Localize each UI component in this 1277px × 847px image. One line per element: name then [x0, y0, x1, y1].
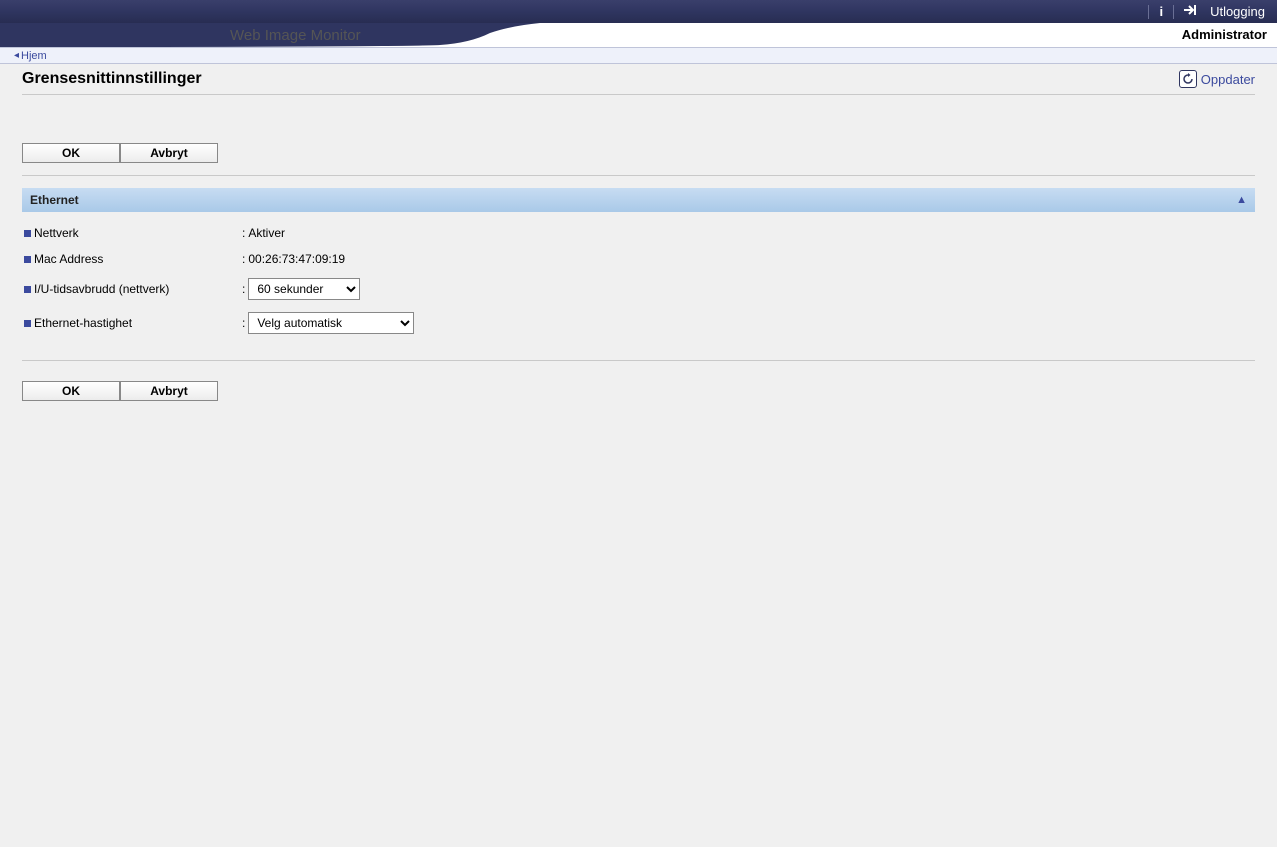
label-text: I/U-tidsavbrudd (nettverk)	[34, 282, 169, 296]
page-content: Grensesnittinnstillinger Oppdater OK Avb…	[0, 64, 1277, 453]
user-role-label: Administrator	[1182, 27, 1267, 42]
app-title: Web Image Monitor	[230, 27, 361, 44]
row-speed: Ethernet-hastighet : Velg automatisk	[22, 306, 1255, 340]
breadcrumb-home-link[interactable]: Hjem	[21, 50, 47, 62]
label-timeout: I/U-tidsavbrudd (nettverk)	[22, 282, 242, 296]
bullet-icon	[24, 230, 31, 237]
value-text: Aktiver	[248, 226, 285, 240]
info-icon[interactable]: i	[1159, 4, 1163, 19]
timeout-select[interactable]: 60 sekunder	[248, 278, 360, 300]
value-network: : Aktiver	[242, 226, 285, 240]
label-text: Mac Address	[34, 252, 103, 266]
topbar-divider	[1173, 5, 1174, 19]
refresh-icon	[1179, 70, 1197, 88]
speed-select[interactable]: Velg automatisk	[248, 312, 414, 334]
ok-button[interactable]: OK	[22, 381, 120, 401]
colon: :	[242, 282, 245, 296]
colon: :	[242, 226, 245, 240]
button-row-top: OK Avbryt	[22, 143, 1255, 163]
breadcrumb: ◂ Hjem	[0, 47, 1277, 64]
value-mac: : 00:26:73:47:09:19	[242, 252, 345, 266]
row-network: Nettverk : Aktiver	[22, 220, 1255, 246]
page-title: Grensesnittinnstillinger	[22, 70, 202, 88]
logout-link[interactable]: Utlogging	[1210, 4, 1265, 19]
divider	[22, 360, 1255, 361]
topbar-divider	[1148, 5, 1149, 19]
top-bar: i Utlogging	[0, 0, 1277, 23]
label-speed: Ethernet-hastighet	[22, 316, 242, 330]
section-body-ethernet: Nettverk : Aktiver Mac Address : 00:26:7…	[22, 212, 1255, 356]
logout-icon[interactable]	[1184, 4, 1200, 19]
bullet-icon	[24, 256, 31, 263]
bullet-icon	[24, 286, 31, 293]
cancel-button[interactable]: Avbryt	[120, 381, 218, 401]
row-mac: Mac Address : 00:26:73:47:09:19	[22, 246, 1255, 272]
value-text: 00:26:73:47:09:19	[248, 252, 345, 266]
chevron-left-icon: ◂	[14, 50, 19, 61]
title-bar: Web Image Monitor Administrator	[0, 23, 1277, 47]
divider	[22, 175, 1255, 176]
page-header: Grensesnittinnstillinger Oppdater	[22, 64, 1255, 95]
label-network: Nettverk	[22, 226, 242, 240]
refresh-label: Oppdater	[1201, 72, 1255, 87]
label-text: Ethernet-hastighet	[34, 316, 132, 330]
cancel-button[interactable]: Avbryt	[120, 143, 218, 163]
label-text: Nettverk	[34, 226, 79, 240]
colon: :	[242, 316, 245, 330]
button-row-bottom: OK Avbryt	[22, 381, 1255, 401]
section-header-ethernet[interactable]: Ethernet ▲	[22, 188, 1255, 212]
ok-button[interactable]: OK	[22, 143, 120, 163]
label-mac: Mac Address	[22, 252, 242, 266]
refresh-button[interactable]: Oppdater	[1179, 70, 1255, 88]
colon: :	[242, 252, 245, 266]
collapse-icon[interactable]: ▲	[1236, 194, 1247, 206]
bullet-icon	[24, 320, 31, 327]
section-title: Ethernet	[30, 193, 79, 207]
value-speed: : Velg automatisk	[242, 312, 414, 334]
value-timeout: : 60 sekunder	[242, 278, 360, 300]
row-timeout: I/U-tidsavbrudd (nettverk) : 60 sekunder	[22, 272, 1255, 306]
